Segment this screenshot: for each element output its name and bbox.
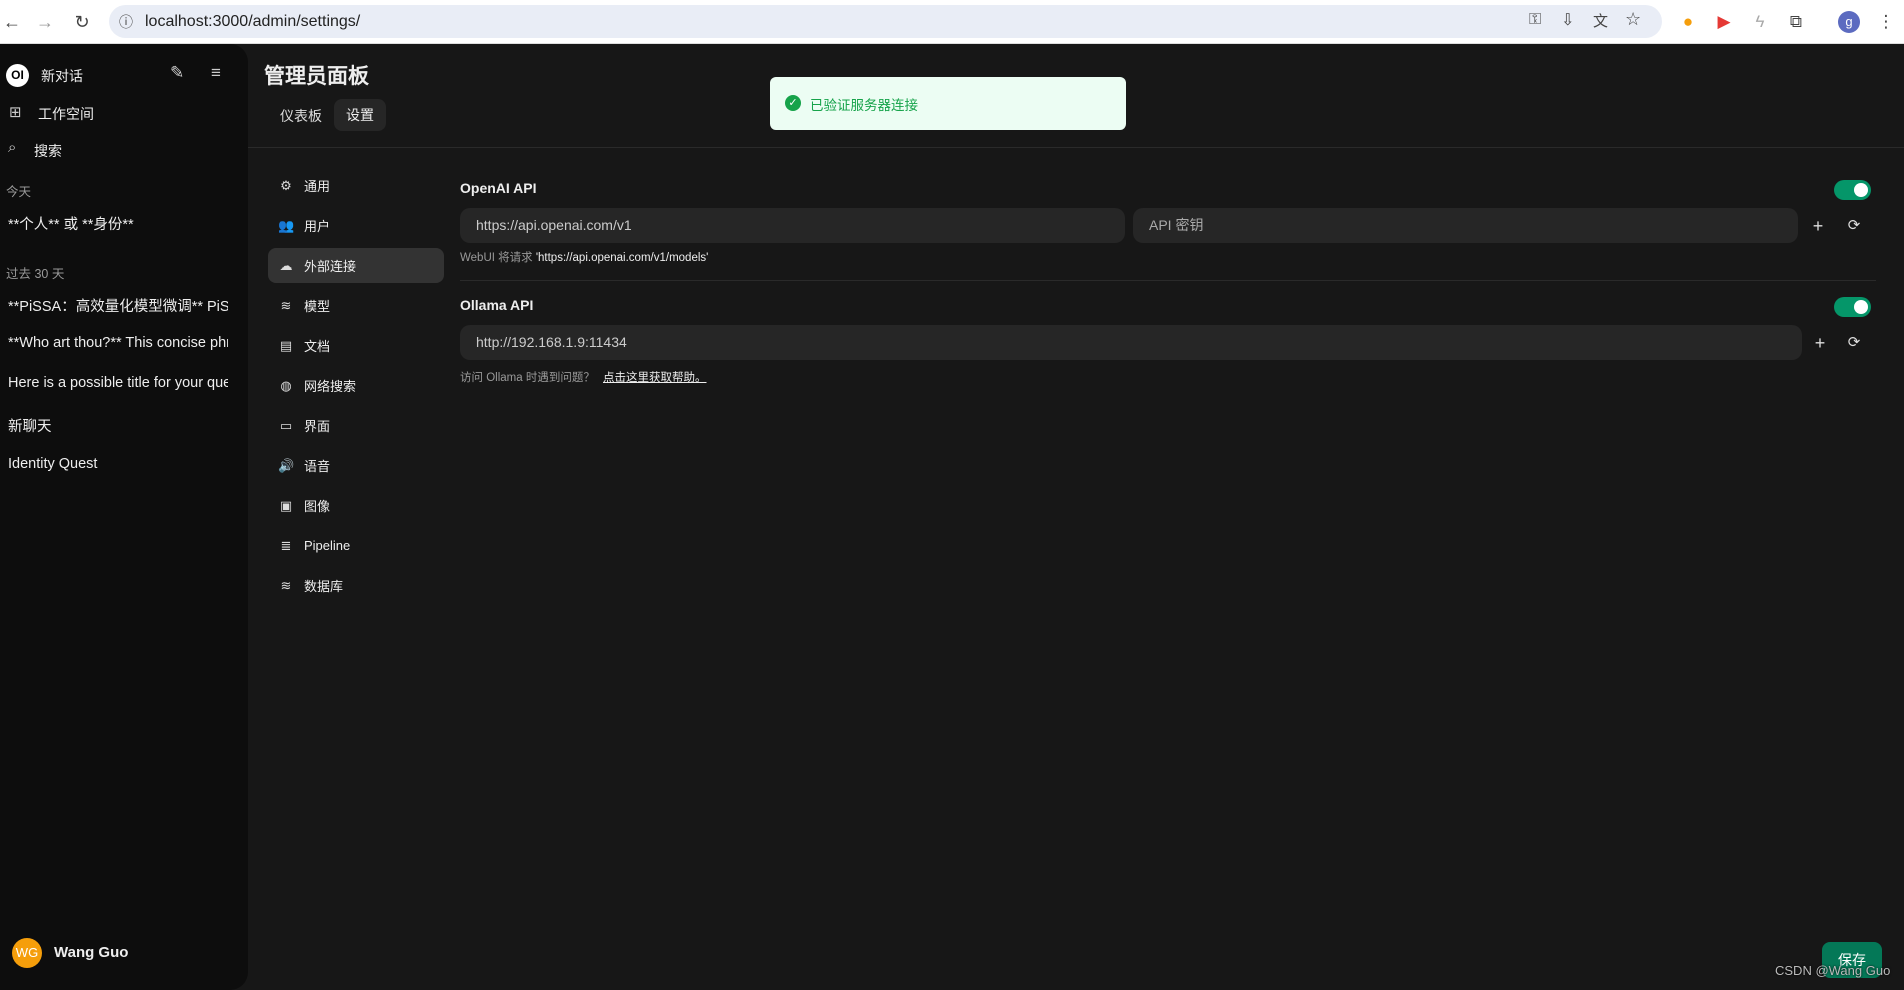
workspace-link[interactable]: 工作空间: [38, 104, 94, 124]
sidebar-toggle-icon[interactable]: ≡: [211, 63, 221, 83]
address-bar[interactable]: ⓘ localhost:3000/admin/settings/ ⚿ ⇩ 文 ☆: [109, 5, 1662, 38]
workspace-icon: ⊞: [9, 104, 22, 121]
search-button[interactable]: 搜索: [34, 141, 62, 161]
settings-nav-item[interactable]: ≋ 模型: [268, 288, 444, 323]
star-icon[interactable]: ☆: [1625, 9, 1641, 30]
hint-url: 'https://api.openai.com/v1/models': [535, 252, 709, 264]
help-link[interactable]: 点击这里获取帮助。: [603, 369, 707, 385]
check-circle-icon: ✓: [785, 95, 801, 111]
users-icon: 👥: [278, 217, 295, 233]
divider: [460, 280, 1876, 281]
ollama-toggle[interactable]: [1834, 297, 1871, 317]
settings-nav-item[interactable]: 🔊 语音: [268, 448, 444, 483]
settings-nav-item[interactable]: ▣ 图像: [268, 488, 444, 523]
openai-title: OpenAI API: [460, 180, 537, 196]
tab-settings[interactable]: 设置: [334, 99, 386, 131]
settings-nav-item[interactable]: ≣ Pipeline: [268, 528, 444, 563]
logo: OI: [6, 64, 29, 87]
menu-icon[interactable]: ⋮: [1874, 10, 1898, 34]
settings-nav-item[interactable]: ▭ 界面: [268, 408, 444, 443]
refresh-icon[interactable]: ⟳: [1843, 332, 1865, 354]
user-avatar[interactable]: WG: [12, 938, 42, 968]
gear-icon: ⚙: [280, 177, 292, 193]
openai-url-input[interactable]: https://api.openai.com/v1: [460, 208, 1125, 243]
add-icon[interactable]: +: [1809, 332, 1831, 354]
new-chat-button[interactable]: 新对话: [41, 66, 83, 86]
settings-nav-item[interactable]: ▤ 文档: [268, 328, 444, 363]
divider: [248, 147, 1904, 148]
site-info-icon[interactable]: ⓘ: [119, 12, 133, 32]
settings-nav-item[interactable]: ≋ 数据库: [268, 568, 444, 603]
sidebar: [0, 44, 248, 990]
url-text: localhost:3000/admin/settings/: [145, 13, 361, 30]
extension-bolt-icon[interactable]: ϟ: [1748, 10, 1772, 34]
key-icon[interactable]: ⚿: [1529, 11, 1541, 29]
profile-avatar[interactable]: g: [1838, 11, 1860, 33]
chat-item[interactable]: Here is a possible title for your query: [8, 375, 228, 391]
chat-item[interactable]: **PiSSA：高效量化模型微调** PiSSA: [8, 295, 228, 316]
chat-item[interactable]: 新聊天: [8, 415, 228, 436]
ollama-hint: 访问 Ollama 时遇到问题？: [460, 372, 595, 384]
nav-label: 文档: [304, 339, 331, 354]
browser-toolbar: ← → ↻ ⓘ localhost:3000/admin/settings/ ⚿…: [0, 0, 1904, 44]
toast-success: ✓ 已验证服务器连接: [770, 77, 1126, 130]
chat-item[interactable]: **Who art thou?** This concise phrase: [8, 335, 228, 351]
openai-key-input[interactable]: API 密钥: [1133, 208, 1798, 243]
watermark: CSDN @Wang Guo: [1775, 963, 1891, 978]
chat-item[interactable]: Identity Quest: [8, 456, 228, 472]
nav-label: 网络搜索: [304, 379, 357, 394]
database-icon: ≋: [280, 297, 292, 313]
nav-label: 语音: [304, 459, 331, 474]
forward-icon[interactable]: →: [33, 10, 57, 34]
back-icon[interactable]: ←: [0, 10, 24, 34]
install-icon[interactable]: ⇩: [1561, 10, 1574, 30]
settings-nav-item[interactable]: ◍ 网络搜索: [268, 368, 444, 403]
monitor-icon: ▭: [279, 417, 293, 433]
toast-message: 已验证服务器连接: [810, 98, 918, 113]
globe-icon: ◍: [280, 377, 292, 393]
openai-toggle[interactable]: [1834, 180, 1871, 200]
nav-label: 图像: [304, 499, 331, 514]
image-icon: ▣: [279, 497, 293, 513]
chat-item[interactable]: **个人** 或 **身份**: [8, 213, 228, 234]
add-icon[interactable]: +: [1807, 215, 1829, 237]
nav-label: 通用: [304, 179, 331, 194]
compose-icon[interactable]: ✎: [170, 63, 184, 83]
ollama-title: Ollama API: [460, 297, 534, 313]
openai-hint: WebUI 将请求 'https://api.openai.com/v1/mod…: [460, 249, 708, 265]
ollama-url-input[interactable]: http://192.168.1.9:11434: [460, 325, 1802, 360]
extension-orange-icon[interactable]: ●: [1676, 10, 1700, 34]
translate-icon[interactable]: 文: [1593, 10, 1608, 31]
reload-icon[interactable]: ↻: [70, 10, 94, 34]
user-name[interactable]: Wang Guo: [54, 944, 128, 961]
search-icon: ⌕: [8, 139, 17, 156]
nav-label: 界面: [304, 419, 331, 434]
refresh-icon[interactable]: ⟳: [1843, 215, 1865, 237]
page-title: 管理员面板: [264, 65, 369, 88]
settings-nav-item[interactable]: 👥 用户: [268, 208, 444, 243]
hint-text: WebUI 将请求: [460, 252, 536, 264]
database-icon: ≋: [280, 577, 292, 593]
layers-icon: ≣: [280, 537, 292, 553]
group-label: 今天: [6, 185, 32, 199]
nav-label: 模型: [304, 299, 331, 314]
group-label: 过去 30 天: [6, 267, 65, 281]
settings-nav-item[interactable]: ⚙ 通用: [268, 168, 444, 203]
nav-label: 用户: [304, 219, 331, 234]
tab-dashboard[interactable]: 仪表板: [270, 100, 332, 132]
cloud-icon: ☁: [279, 257, 293, 273]
document-icon: ▤: [279, 337, 293, 353]
nav-label: 数据库: [304, 579, 344, 594]
settings-nav-item[interactable]: ☁ 外部连接: [268, 248, 444, 283]
nav-label: 外部连接: [304, 259, 357, 274]
nav-label: Pipeline: [304, 538, 351, 553]
speaker-icon: 🔊: [278, 457, 295, 473]
extensions-icon[interactable]: ⧉: [1784, 10, 1808, 34]
extension-red-icon[interactable]: ▶: [1712, 10, 1736, 34]
